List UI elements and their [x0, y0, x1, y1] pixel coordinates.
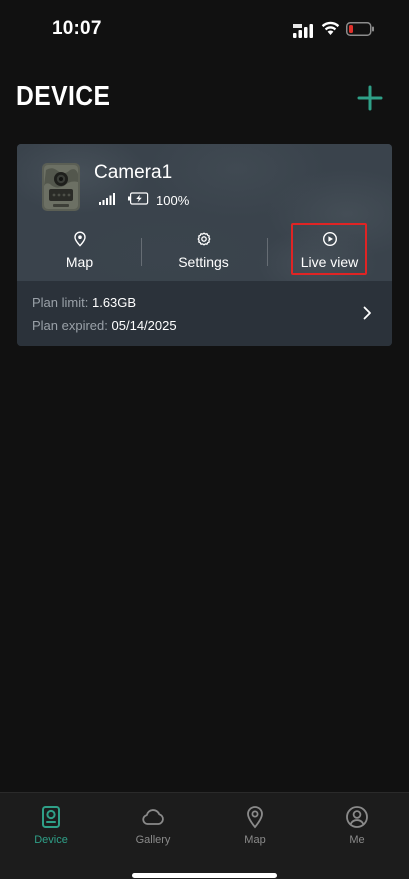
location-pin-icon — [247, 806, 263, 829]
tab-map-label: Map — [244, 834, 266, 846]
cloud-icon — [142, 809, 164, 825]
bottom-tab-bar: Device Gallery Map Me — [0, 792, 409, 879]
map-button[interactable]: Map — [17, 226, 142, 278]
add-device-button[interactable] — [356, 84, 384, 112]
battery-level: 100% — [156, 193, 190, 208]
wifi-icon — [321, 21, 340, 35]
live-view-highlight — [291, 223, 367, 275]
page-title: DEVICE — [16, 80, 111, 111]
status-bar: 10:07 — [0, 0, 409, 58]
gear-icon — [197, 232, 210, 246]
map-button-label: Map — [65, 254, 94, 270]
tab-device[interactable]: Device — [0, 793, 102, 853]
plan-expired-row: Plan expired: 05/14/2025 — [32, 318, 177, 333]
location-pin-icon — [73, 231, 86, 247]
signal-strength-icon — [99, 193, 115, 205]
tab-me[interactable]: Me — [306, 793, 408, 853]
plan-limit-row: Plan limit: 1.63GB — [32, 295, 136, 310]
plan-expired-label: Plan expired: — [32, 318, 108, 333]
device-card[interactable]: Camera1 100% Map Settings Live view Plan… — [17, 144, 392, 346]
chevron-right-icon — [363, 306, 371, 320]
home-indicator — [132, 873, 277, 878]
plan-info[interactable]: Plan limit: 1.63GB Plan expired: 05/14/2… — [17, 281, 392, 346]
plan-limit-value: 1.63GB — [91, 295, 137, 310]
battery-charging-icon — [128, 192, 149, 205]
tab-map[interactable]: Map — [204, 793, 306, 853]
tab-gallery-label: Gallery — [135, 834, 171, 846]
settings-button-label: Settings — [178, 254, 229, 270]
plan-expired-value: 05/14/2025 — [111, 318, 177, 333]
device-name: Camera1 — [94, 162, 173, 183]
tab-me-label: Me — [349, 834, 365, 846]
status-time: 10:07 — [52, 18, 102, 39]
cellular-signal-icon — [293, 24, 313, 38]
tab-device-label: Device — [34, 834, 68, 846]
trail-camera-image — [42, 163, 80, 211]
battery-status-icon — [346, 22, 374, 36]
device-icon — [42, 806, 60, 828]
settings-button[interactable]: Settings — [141, 226, 266, 278]
device-card-header: Camera1 100% Map Settings Live view — [17, 144, 392, 281]
plan-limit-label: Plan limit: — [32, 295, 89, 310]
user-icon — [346, 806, 368, 828]
tab-gallery[interactable]: Gallery — [102, 793, 204, 853]
device-screen: 10:07 DEVICE Camera1 100% Map Settings L… — [0, 0, 409, 879]
